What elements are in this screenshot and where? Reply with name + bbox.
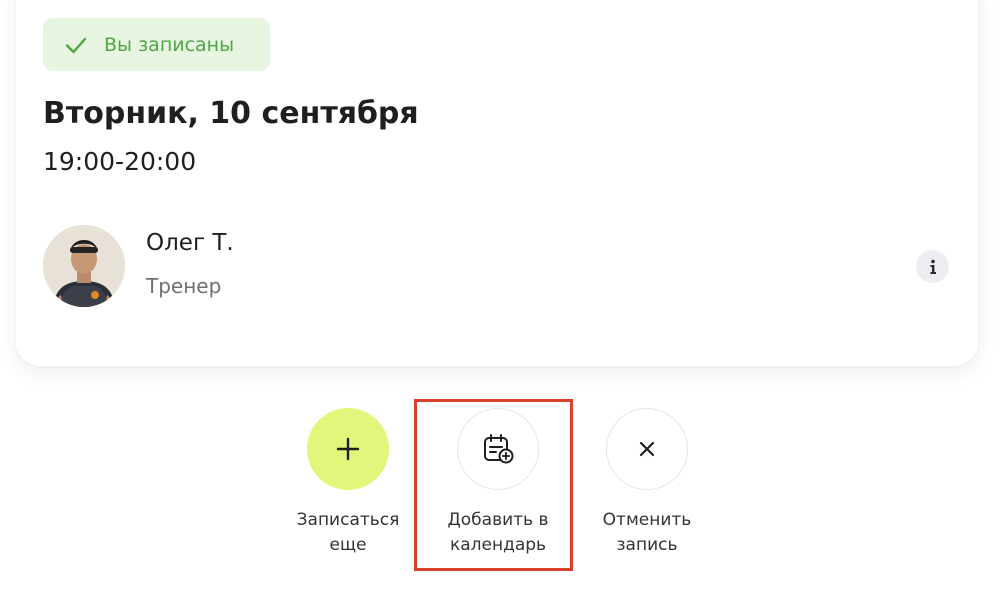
- close-icon: [639, 441, 655, 457]
- sign-up-more-action[interactable]: Записаться еще: [268, 408, 428, 558]
- booking-screen: Вы записаны Вторник, 10 сентября 19:00-2…: [0, 0, 1000, 596]
- cancel-booking-action[interactable]: Отменить запись: [567, 408, 727, 558]
- trainer-role: Тренер: [146, 274, 222, 298]
- sign-up-more-label: Записаться еще: [296, 510, 400, 555]
- check-icon: [62, 31, 90, 59]
- trainer-info-button[interactable]: [916, 250, 949, 283]
- trainer-name: Олег Т.: [146, 230, 234, 256]
- status-label: Вы записаны: [104, 33, 235, 56]
- cancel-booking-label: Отменить запись: [602, 510, 692, 555]
- info-icon: [930, 259, 936, 274]
- session-time: 19:00-20:00: [43, 147, 197, 176]
- status-badge: Вы записаны: [43, 18, 270, 71]
- plus-icon: [336, 437, 360, 461]
- trainer-avatar[interactable]: [43, 225, 125, 307]
- cancel-booking-button[interactable]: [606, 408, 688, 490]
- sign-up-more-button[interactable]: [307, 408, 389, 490]
- session-date: Вторник, 10 сентября: [43, 96, 419, 131]
- highlight-box: [414, 399, 573, 571]
